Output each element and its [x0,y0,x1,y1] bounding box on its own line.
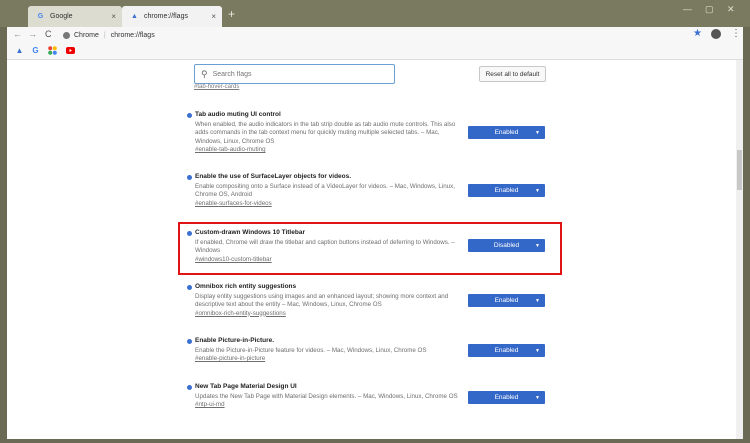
flag-modified-dot-icon [187,175,192,180]
flask-icon: ▲ [131,13,138,20]
reset-all-button[interactable]: Reset all to default [479,66,546,82]
site-label: Chrome [74,31,99,39]
profile-avatar-icon[interactable] [711,29,721,39]
scrollbar-thumb[interactable] [737,150,742,190]
title-bar: G Google × ▲ chrome://flags × + — ▢ ✕ [0,0,750,27]
tab-chrome-flags[interactable]: ▲ chrome://flags × [122,6,222,27]
flag-description-text: Updates the New Tab Page with Material D… [195,393,458,400]
flag-modified-dot-icon [187,385,192,390]
flag-link[interactable]: #enable-tab-audio-muting [195,146,467,154]
highlight-annotation-box [178,222,562,275]
minimize-button[interactable]: — [683,4,692,14]
chrome-info-icon [63,31,70,39]
flag-state-value: Enabled [494,129,519,136]
flag-state-select[interactable]: Enabled ▼ [468,126,545,139]
tab-close-icon[interactable]: × [111,12,116,21]
flag-item-tab-audio-muting: Tab audio muting UI control When enabled… [7,110,736,160]
bookmark-star-icon[interactable]: ★ [693,28,702,39]
flask-bookmark-icon[interactable]: ▲ [15,46,24,55]
dropdown-caret-icon: ▼ [535,187,540,194]
dropdown-caret-icon: ▼ [535,347,540,354]
address-bar[interactable]: Chrome | chrome://flags [63,28,713,42]
url-text: chrome://flags [110,31,155,39]
flag-item-ntp-material-design: New Tab Page Material Design UI Updates … [7,382,736,432]
flag-state-value: Enabled [494,394,519,401]
flag-modified-dot-icon [187,339,192,344]
flag-description: Updates the New Tab Page with Material D… [195,393,467,410]
flag-description-text: Enable compositing onto a Surface instea… [195,183,455,199]
flag-state-select[interactable]: Enabled ▼ [468,391,545,404]
chrome-menu-icon[interactable]: ⋮ [731,28,741,39]
flag-description: Display entity suggestions using images … [195,293,467,318]
tab-label: Google [50,13,73,20]
flag-state-select[interactable]: Enabled ▼ [468,294,545,307]
flag-description-text: When enabled, the audio indicators in th… [195,121,456,145]
dropdown-caret-icon: ▼ [535,297,540,304]
flag-link[interactable]: #omnibox-rich-entity-suggestions [195,310,467,318]
flag-state-select[interactable]: Enabled ▼ [468,344,545,357]
youtube-bookmark-icon[interactable] [66,46,75,55]
search-input[interactable] [212,70,383,78]
back-button[interactable]: ← [13,29,22,39]
flag-item-omnibox-rich-entity: Omnibox rich entity suggestions Display … [7,282,736,332]
search-box[interactable]: ⚲ [194,64,395,84]
flag-modified-dot-icon [187,285,192,290]
google-bookmark-icon[interactable]: G [31,46,40,55]
new-tab-button[interactable]: + [228,8,235,20]
flag-link[interactable]: #tab-hover-cards [194,84,239,90]
url-separator: | [103,31,106,39]
flag-link[interactable]: #ntp-ui-md [195,401,467,409]
flag-state-value: Enabled [494,187,519,194]
tab-close-icon[interactable]: × [211,12,216,21]
flag-description-text: Display entity suggestions using images … [195,293,449,309]
flag-state-value: Enabled [494,297,519,304]
dropdown-caret-icon: ▼ [535,394,540,401]
flag-description: Enable compositing onto a Surface instea… [195,183,467,208]
bookmarks-bar: ▲ G [7,44,743,60]
flag-modified-dot-icon [187,113,192,118]
flag-description-text: Enable the Picture-in-Picture feature fo… [195,347,427,354]
flags-page: ⚲ Reset all to default #tab-hover-cards … [7,60,736,439]
apps-bookmark-icon[interactable] [48,46,57,55]
flags-header: ⚲ Reset all to default [7,60,736,88]
forward-button[interactable]: → [28,29,37,39]
maximize-button[interactable]: ▢ [705,4,714,15]
flag-title: Omnibox rich entity suggestions [195,283,297,290]
search-icon: ⚲ [201,68,208,79]
flag-description: Enable the Picture-in-Picture feature fo… [195,347,467,364]
browser-toolbar: ← → C Chrome | chrome://flags ★ ⋮ [7,27,743,44]
flag-link[interactable]: #enable-picture-in-picture [195,355,467,363]
flag-item-surfaces-for-videos: Enable the use of SurfaceLayer objects f… [7,172,736,222]
flag-item-picture-in-picture: Enable Picture-in-Picture. Enable the Pi… [7,336,736,386]
flag-title: Tab audio muting UI control [195,111,281,118]
flag-title: Enable Picture-in-Picture. [195,337,275,344]
flag-title: Enable the use of SurfaceLayer objects f… [195,173,352,180]
tab-label: chrome://flags [144,13,188,20]
flag-state-select[interactable]: Enabled ▼ [468,184,545,197]
tab-google[interactable]: G Google × [28,6,122,27]
reload-button[interactable]: C [45,29,52,39]
flag-title: New Tab Page Material Design UI [195,383,297,390]
page-scrollbar[interactable] [736,60,743,439]
flag-description: When enabled, the audio indicators in th… [195,121,467,154]
close-window-button[interactable]: ✕ [727,4,735,15]
flag-link[interactable]: #enable-surfaces-for-videos [195,200,467,208]
dropdown-caret-icon: ▼ [535,129,540,136]
google-favicon-icon: G [37,13,44,20]
flag-state-value: Enabled [494,347,519,354]
